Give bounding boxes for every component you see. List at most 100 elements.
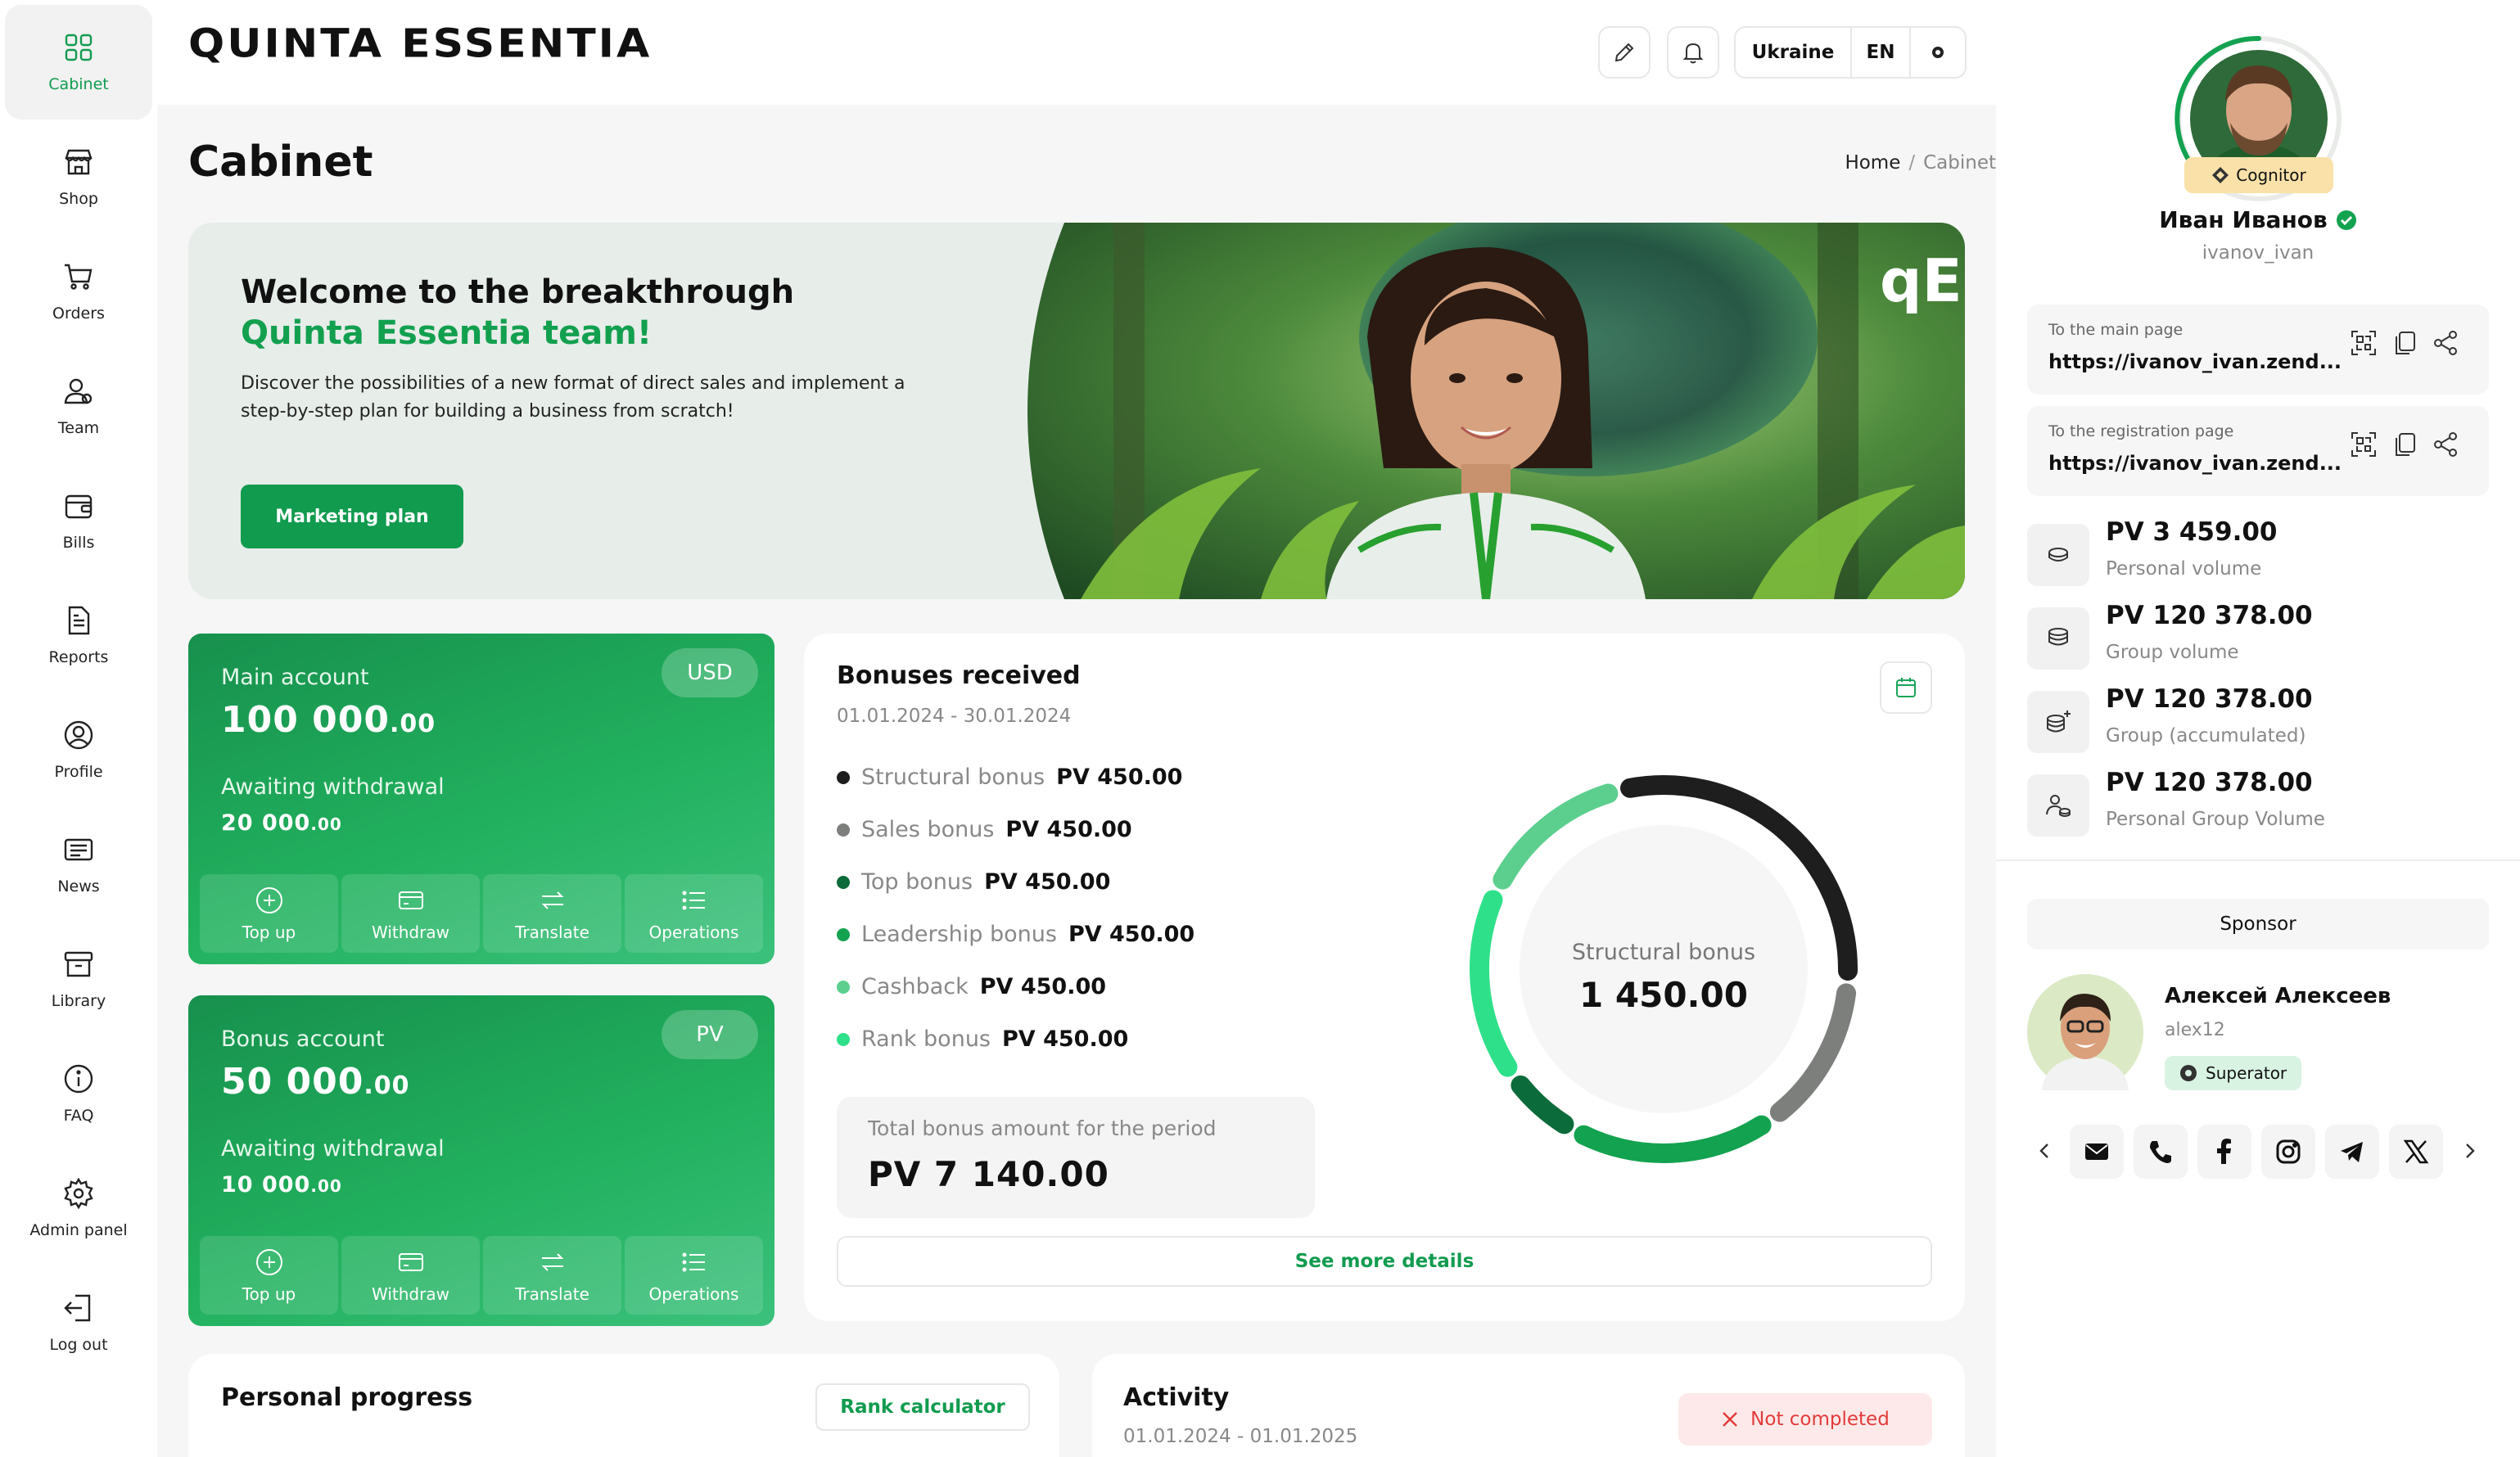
sidebar-item-label: News	[57, 877, 100, 895]
chevron-left-icon[interactable]	[2035, 1141, 2055, 1161]
store-icon	[65, 149, 93, 175]
hero-title: Welcome to the breakthrough Quinta Essen…	[241, 272, 794, 354]
qr-code-icon[interactable]	[2350, 431, 2378, 458]
breadcrumb: Home / Cabinet	[1845, 152, 1996, 174]
main-page-link-box: To the main page https://ivanov_ivan.zen…	[2027, 304, 2489, 395]
personal-progress-card: Personal progress Rank calculator	[188, 1354, 1059, 1457]
brand-logo[interactable]: QUINTA ESSENTIA	[188, 21, 652, 66]
share-icon[interactable]	[2432, 329, 2459, 357]
diamond-icon	[2212, 167, 2229, 183]
legend-dot	[837, 1032, 850, 1046]
wallet-icon	[65, 494, 93, 519]
sidebar-item-shop[interactable]: Shop	[5, 120, 152, 234]
awaiting-value: 10 000	[221, 1172, 311, 1198]
sidebar-item-label: Library	[51, 992, 106, 1010]
sidebar-item-profile[interactable]: Profile	[5, 692, 152, 807]
sidebar-item-news[interactable]: News	[5, 807, 152, 922]
currency-badge: PV	[662, 1010, 758, 1059]
sidebar-item-faq[interactable]: FAQ	[5, 1036, 152, 1151]
sidebar-item-reports[interactable]: Reports	[5, 578, 152, 692]
telegram-button[interactable]	[2325, 1125, 2379, 1179]
plus-circle-icon	[255, 887, 282, 913]
profile-panel: Cognitor Иван Иванов ivanov_ivan To the …	[1996, 0, 2520, 1457]
breadcrumb-current: Cabinet	[1923, 152, 1996, 174]
awaiting-amount: 20 000.00	[221, 810, 342, 836]
sidebar-item-label: FAQ	[63, 1107, 94, 1125]
sponsor-avatar[interactable]	[2027, 974, 2143, 1090]
awaiting-cents: .00	[310, 814, 342, 834]
facebook-button[interactable]	[2197, 1125, 2251, 1179]
profile-icon	[64, 720, 93, 750]
balance-amount: 100 000	[221, 699, 391, 741]
sidebar-item-bills[interactable]: Bills	[5, 463, 152, 578]
edit-button[interactable]	[1598, 26, 1651, 79]
volume-value: PV 120 378.00	[2106, 601, 2313, 630]
bonus-donut-chart: Structural bonus 1 450.00	[1470, 775, 1858, 1163]
link-title: To the registration page	[2048, 422, 2234, 440]
sidebar-item-label: Admin panel	[29, 1221, 128, 1239]
account-actions: Top up Withdraw Translate Operations	[200, 1236, 763, 1315]
country-select[interactable]: Ukraine	[1736, 28, 1852, 77]
phone-button[interactable]	[2134, 1125, 2188, 1179]
withdraw-button[interactable]: Withdraw	[341, 1236, 480, 1315]
action-label: Operations	[648, 922, 739, 942]
language-select[interactable]: EN	[1852, 28, 1911, 77]
sponsor-rank-badge: Superator	[2165, 1056, 2302, 1090]
donut-segment-leadership-bonus[interactable]	[1574, 1115, 1772, 1163]
theme-toggle[interactable]	[1911, 28, 1965, 77]
qr-code-icon[interactable]	[2350, 329, 2378, 357]
account-actions: Top up Withdraw Translate Operations	[200, 874, 763, 953]
chevron-right-icon[interactable]	[2459, 1141, 2479, 1161]
marketing-plan-button[interactable]: Marketing plan	[241, 485, 463, 548]
rank-calculator-button[interactable]: Rank calculator	[815, 1383, 1030, 1431]
operations-button[interactable]: Operations	[625, 1236, 763, 1315]
sidebar-item-team[interactable]: Team	[5, 349, 152, 463]
withdraw-button[interactable]: Withdraw	[341, 874, 480, 953]
sponsor-username: alex12	[2165, 1020, 2225, 1040]
hero-description: Discover the possibilities of a new form…	[241, 373, 905, 422]
activity-period: 01.01.2024 - 01.01.2025	[1123, 1426, 1358, 1447]
email-button[interactable]	[2070, 1125, 2124, 1179]
instagram-icon	[2276, 1139, 2301, 1164]
breadcrumb-home[interactable]: Home	[1845, 152, 1900, 174]
donut-segment-top-bonus[interactable]	[1511, 1075, 1574, 1134]
copy-icon[interactable]	[2391, 431, 2418, 458]
see-more-details-button[interactable]: See more details	[837, 1236, 1932, 1287]
bonuses-card: Bonuses received 01.01.2024 - 30.01.2024…	[804, 634, 1965, 1321]
translate-button[interactable]: Translate	[483, 874, 621, 953]
sidebar-item-admin-panel[interactable]: Admin panel	[5, 1151, 152, 1265]
volume-value: PV 120 378.00	[2106, 684, 2313, 714]
operations-button[interactable]: Operations	[625, 874, 763, 953]
copy-icon[interactable]	[2391, 329, 2418, 357]
link-url[interactable]: https://ivanov_ivan.zend...	[2048, 350, 2342, 373]
action-label: Operations	[648, 1284, 739, 1304]
rank-medal-icon	[2180, 1065, 2197, 1081]
x-button[interactable]	[2389, 1125, 2443, 1179]
translate-button[interactable]: Translate	[483, 1236, 621, 1315]
volume-value: PV 120 378.00	[2106, 768, 2313, 797]
share-icon[interactable]	[2432, 431, 2459, 458]
legend-dot	[837, 770, 850, 784]
awaiting-cents: .00	[310, 1176, 342, 1196]
theme-icon	[1932, 47, 1944, 58]
divider	[1996, 859, 2520, 861]
bonus-item: Structural bonus PV 450.00	[837, 765, 1182, 790]
user-name: Иван Иванов	[2159, 206, 2328, 233]
sidebar-item-orders[interactable]: Orders	[5, 234, 152, 349]
link-url[interactable]: https://ivanov_ivan.zend...	[2048, 452, 2342, 475]
sidebar-item-log-out[interactable]: Log out	[5, 1265, 152, 1380]
mail-icon	[2085, 1143, 2108, 1160]
donut-segment-rank-bonus[interactable]	[1470, 890, 1518, 1077]
sidebar-item-library[interactable]: Library	[5, 922, 152, 1036]
top-up-button[interactable]: Top up	[200, 874, 338, 953]
awaiting-label: Awaiting withdrawal	[221, 1136, 445, 1162]
logout-icon	[64, 1294, 91, 1322]
news-icon	[64, 838, 93, 861]
notifications-button[interactable]	[1667, 26, 1719, 79]
top-header: QUINTA ESSENTIA Ukraine EN	[157, 0, 1996, 105]
instagram-button[interactable]	[2261, 1125, 2315, 1179]
top-up-button[interactable]: Top up	[200, 1236, 338, 1315]
date-picker-button[interactable]	[1880, 661, 1932, 714]
sidebar-item-label: Bills	[62, 534, 95, 552]
sidebar-item-cabinet[interactable]: Cabinet	[5, 5, 152, 120]
